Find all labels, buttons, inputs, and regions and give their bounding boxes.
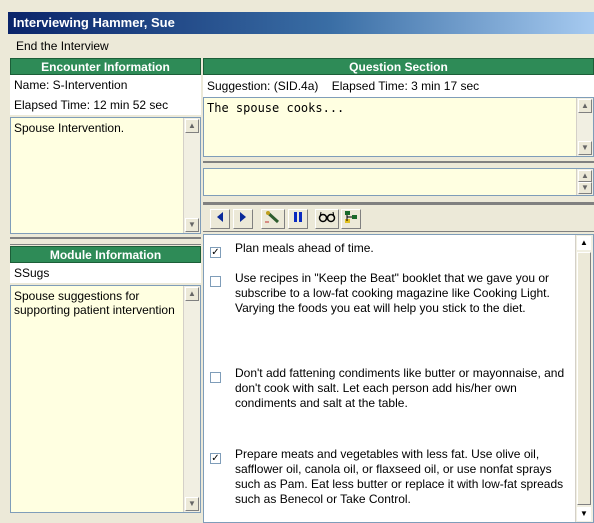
check-icon: ✓: [211, 453, 220, 464]
pause-icon[interactable]: [288, 209, 308, 229]
question-elapsed: Elapsed Time: 3 min 17 sec: [331, 79, 480, 93]
module-header: Module Information: [10, 246, 201, 263]
encounter-name: Name: S-Intervention: [10, 75, 201, 95]
module-name: SSugs: [10, 263, 201, 283]
tree-icon[interactable]: [341, 209, 361, 229]
item-text: Plan meals ahead of time.: [235, 241, 374, 255]
answer-text: [204, 169, 593, 175]
menu-end-interview[interactable]: End the Interview: [16, 39, 109, 53]
scroll-up-button[interactable]: ▲: [577, 236, 591, 250]
suggestion-id: Suggestion: (SID.4a): [207, 79, 319, 93]
scroll-down-button[interactable]: ▼: [578, 182, 592, 194]
item-checkbox[interactable]: ✓: [210, 247, 221, 258]
question-info-row: Suggestion: (SID.4a) Elapsed Time: 3 min…: [203, 75, 594, 97]
suggestion-list: ✓ Plan meals ahead of time. Use recipes …: [203, 234, 594, 523]
scroll-up-button[interactable]: ▲: [578, 170, 592, 182]
list-scrollbar[interactable]: ▲ ▼: [575, 235, 593, 522]
right-panel: Question Section Suggestion: (SID.4a) El…: [203, 58, 594, 523]
item-text: Use recipes in "Keep the Beat" booklet t…: [235, 271, 550, 315]
encounter-header: Encounter Information: [10, 58, 201, 75]
check-icon: ✓: [211, 247, 220, 258]
item-checkbox[interactable]: [210, 276, 221, 287]
question-text-box[interactable]: The spouse cooks... ▲ ▼: [203, 97, 594, 157]
item-text: Don't add fattening condiments like butt…: [235, 366, 565, 410]
item-checkbox[interactable]: ✓: [210, 453, 221, 464]
question-header: Question Section: [203, 58, 594, 75]
menu-bar: End the Interview: [8, 36, 594, 56]
navigation-toolbar: [203, 202, 594, 232]
forward-icon[interactable]: [233, 209, 253, 229]
left-panel: Encounter Information Name: S-Interventi…: [10, 58, 201, 523]
encounter-elapsed: Elapsed Time: 12 min 52 sec: [10, 95, 201, 115]
scroll-down-button[interactable]: ▼: [185, 218, 199, 232]
encounter-notes-text: Spouse Intervention.: [14, 121, 125, 135]
module-notes-box[interactable]: Spouse suggestions for supporting patien…: [10, 285, 201, 513]
scroll-down-button[interactable]: ▼: [185, 497, 199, 511]
scroll-up-button[interactable]: ▲: [578, 99, 592, 113]
right-splitter[interactable]: [203, 161, 594, 166]
scroll-up-button[interactable]: ▲: [185, 119, 199, 133]
back-icon[interactable]: [210, 209, 230, 229]
item-text: Prepare meats and vegetables with less f…: [235, 447, 564, 506]
item-checkbox[interactable]: [210, 372, 221, 383]
answer-scrollbar[interactable]: ▲ ▼: [576, 169, 593, 195]
application-window: Interviewing Hammer, Sue End the Intervi…: [0, 0, 594, 523]
answer-input-box[interactable]: ▲ ▼: [203, 168, 594, 196]
scroll-down-button[interactable]: ▼: [577, 507, 591, 521]
left-splitter[interactable]: [10, 237, 201, 245]
glasses-icon[interactable]: [315, 209, 339, 229]
window-title: Interviewing Hammer, Sue: [8, 12, 594, 34]
encounter-notes-box[interactable]: Spouse Intervention. ▲ ▼: [10, 117, 201, 234]
question-text: The spouse cooks...: [207, 101, 345, 115]
encounter-notes-scrollbar[interactable]: ▲ ▼: [183, 118, 200, 233]
edit-pen-icon[interactable]: [261, 209, 285, 229]
module-notes-text: Spouse suggestions for supporting patien…: [14, 289, 175, 317]
scroll-up-button[interactable]: ▲: [185, 287, 199, 301]
module-notes-scrollbar[interactable]: ▲ ▼: [183, 286, 200, 512]
scroll-thumb[interactable]: [577, 252, 591, 505]
question-text-scrollbar[interactable]: ▲ ▼: [576, 98, 593, 156]
scroll-down-button[interactable]: ▼: [578, 141, 592, 155]
